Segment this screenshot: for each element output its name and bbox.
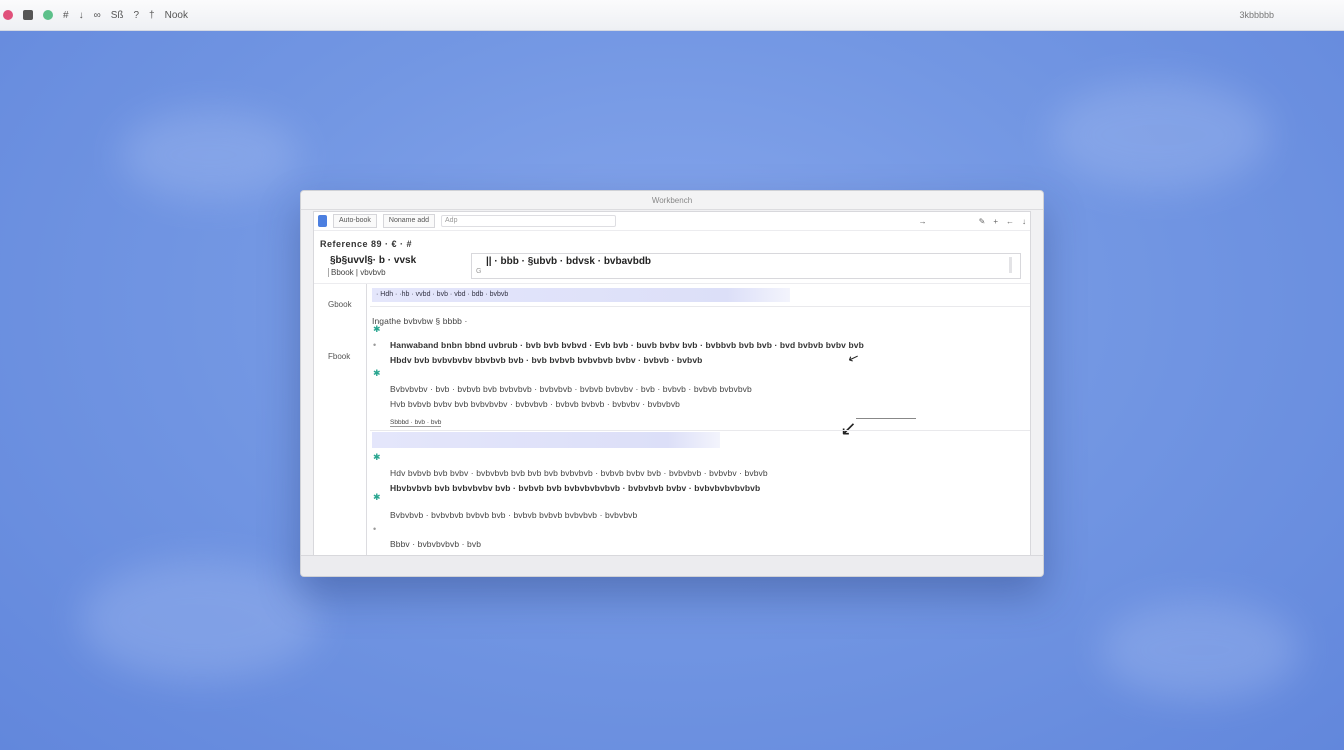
app-logo-icon[interactable]: [318, 215, 327, 227]
tab-auto-book[interactable]: Auto-book: [333, 214, 377, 228]
forward-icon[interactable]: →: [919, 217, 927, 226]
menu-item[interactable]: Sß: [111, 10, 124, 21]
bullet-icon: •: [373, 524, 377, 534]
highlighted-line-text: · Hdh · ·hb · vvbd · bvb · vbd · bdb · b…: [376, 291, 509, 298]
title-field-text: || · bbb · §ubvb · bdvsk · bvbavbdb: [486, 256, 652, 267]
desktop-wallpaper-detail: [1100, 600, 1300, 700]
header-meta: Bbook | vbvbvb: [328, 268, 386, 277]
content-area: · Hdh · ·hb · vvbd · bvb · vbd · bdb · b…: [370, 284, 1030, 556]
divider: [856, 418, 916, 419]
bullet-icon: ✱: [373, 324, 381, 334]
bullet-icon: •: [373, 340, 377, 350]
highlighted-line[interactable]: [372, 432, 720, 448]
paragraph-line: Hanwaband bnbn bbnd uvbrub · bvb bvb bvb…: [390, 340, 864, 350]
section-label: Sbbbd · bvb · bvb: [390, 419, 442, 427]
paragraph-line: Hbvbvbvb bvb bvbvbvbv bvb · bvbvb bvb bv…: [390, 483, 761, 493]
app-icon[interactable]: [3, 10, 13, 20]
desktop-wallpaper: [120, 110, 300, 200]
menu-bar: # ↓ ∞ Sß ? † Nook 3kbbbbb: [0, 0, 1344, 31]
divider: [370, 306, 1030, 307]
header-title: Reference 89 · € · #: [320, 239, 413, 249]
paragraph-line: Bvbvbvbv · bvb · bvbvb bvb bvbvbvb · bvb…: [390, 384, 752, 394]
bullet-icon: ✱: [373, 368, 381, 378]
paragraph-line: Bbbv · bvbvbvbvb · bvb: [390, 539, 482, 549]
menu-item[interactable]: Nook: [165, 10, 188, 21]
app-window: Workbench Auto-book Noname add Adp → ✎ +…: [300, 190, 1044, 577]
browser-pane: Auto-book Noname add Adp → ✎ + ← ↓ Refer…: [313, 211, 1031, 557]
menu-item[interactable]: ↓: [79, 10, 84, 21]
menu-icon[interactable]: [23, 10, 33, 20]
paragraph-line: Bvbvbvb · bvbvbvb bvbvb bvb · bvbvb bvbv…: [390, 510, 638, 520]
tab-noname-add[interactable]: Noname add: [382, 214, 436, 228]
paragraph-line: Hdv bvbvb bvb bvbv · bvbvbvb bvb bvb bvb…: [390, 468, 768, 478]
menu-status[interactable]: 3kbbbbb: [1239, 10, 1274, 20]
header-subtitle: §b§uvvl§· b · vvsk: [330, 255, 417, 266]
download-icon[interactable]: ↓: [1022, 217, 1026, 226]
menu-item[interactable]: ∞: [94, 10, 101, 21]
sidebar-item-gbook[interactable]: Gbook: [328, 300, 352, 309]
paragraph-line: Hvb bvbvb bvbv bvb bvbvbvbv · bvbvbvb · …: [390, 399, 681, 409]
bullet-icon: ✱: [373, 492, 381, 502]
menu-item[interactable]: #: [63, 10, 69, 21]
title-field[interactable]: || · bbb · §ubvb · bdvsk · bvbavbdb G: [471, 253, 1021, 279]
toolbar: Auto-book Noname add Adp → ✎ + ← ↓: [314, 212, 1030, 231]
menu-item[interactable]: ?: [133, 10, 139, 21]
edit-icon[interactable]: ✎: [979, 217, 986, 226]
window-title: Workbench: [651, 195, 693, 205]
address-bar[interactable]: Adp: [441, 215, 617, 227]
document-header: Reference 89 · € · # §b§uvvl§· b · vvsk …: [314, 231, 1030, 284]
title-field-icon: G: [476, 268, 482, 275]
paragraph-line: Hbdv bvb bvbvbvbv bbvbvb bvb · bvb bvbvb…: [390, 355, 703, 365]
desktop-wallpaper-detail: [80, 560, 320, 680]
bullet-icon: ✱: [373, 452, 381, 462]
desktop-wallpaper-detail: [1050, 80, 1270, 190]
section-label: Ingathe bvbvbw § bbbb ·: [372, 316, 468, 326]
back-icon[interactable]: ←: [1006, 217, 1014, 226]
sidebar: Gbook Fbook: [314, 284, 367, 556]
window-titlebar[interactable]: Workbench: [301, 191, 1043, 210]
divider: [370, 430, 1030, 431]
menu-item[interactable]: †: [149, 10, 155, 21]
title-field-scrollbar[interactable]: [1009, 257, 1012, 273]
arrow-icon: ↙: [840, 418, 857, 440]
arrow-icon: ↙: [845, 348, 862, 367]
status-bar: [301, 555, 1043, 576]
sidebar-item-fbook[interactable]: Fbook: [328, 352, 350, 361]
add-icon[interactable]: +: [993, 217, 998, 226]
status-icon[interactable]: [43, 10, 53, 20]
